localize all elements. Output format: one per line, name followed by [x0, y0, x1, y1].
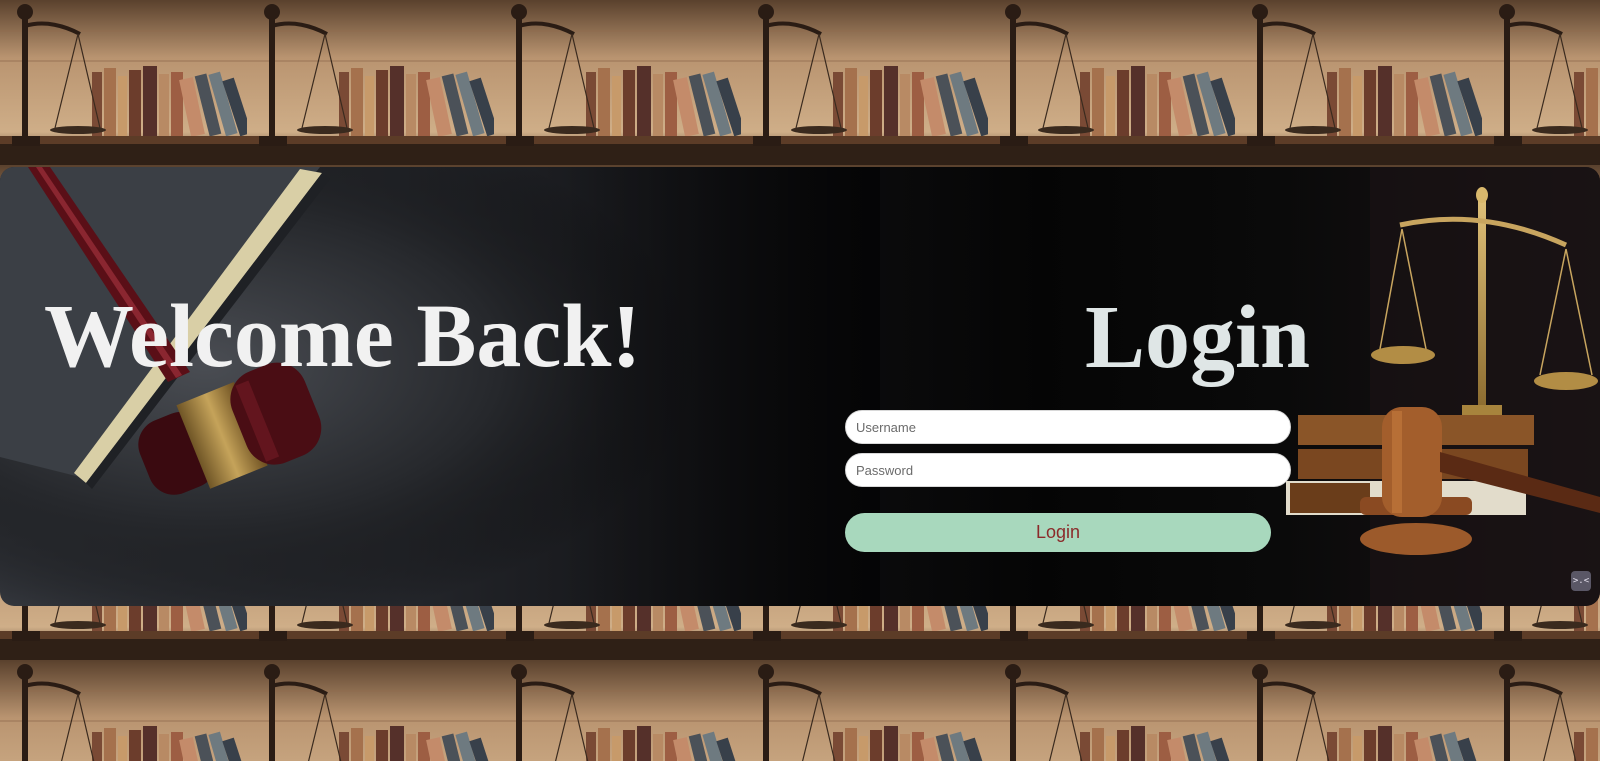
login-button[interactable]: Login: [845, 513, 1271, 552]
login-panel: Welcome Back! Login Login >.<: [0, 167, 1600, 606]
username-input[interactable]: [845, 410, 1291, 444]
welcome-title: Welcome Back!: [44, 287, 642, 386]
password-input[interactable]: [845, 453, 1291, 487]
panel-art: [0, 167, 1600, 606]
login-form: Login: [845, 410, 1291, 552]
scales-of-justice-image: [1286, 167, 1600, 606]
extension-widget-icon[interactable]: >.<: [1571, 571, 1591, 591]
login-title: Login: [1085, 288, 1311, 387]
